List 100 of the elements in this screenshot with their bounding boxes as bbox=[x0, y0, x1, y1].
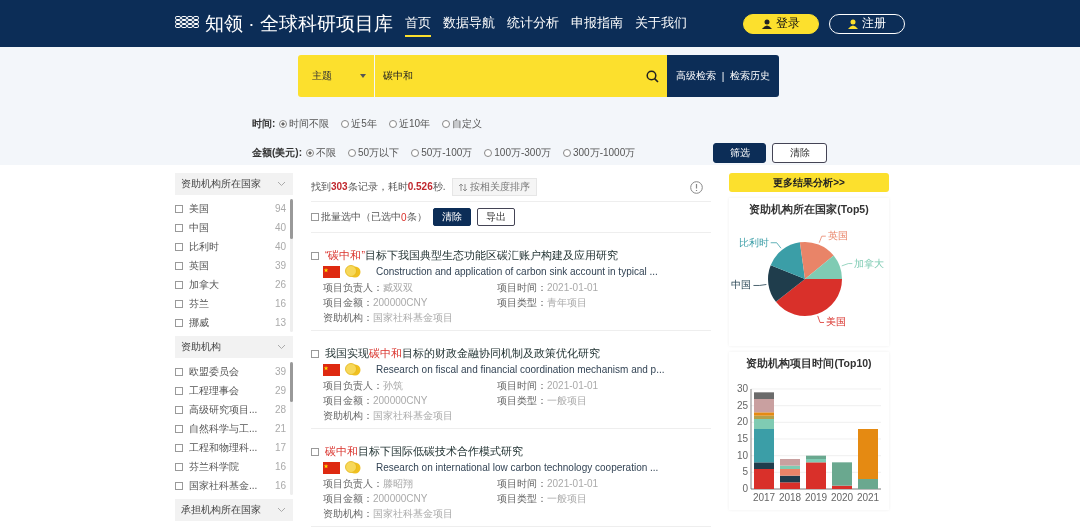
checkbox[interactable] bbox=[175, 405, 183, 414]
axis-tick-label: 15 bbox=[736, 433, 748, 444]
filter-item[interactable]: 自然科学与工... 21 bbox=[175, 419, 290, 438]
axis-tick-label: 2020 bbox=[830, 492, 854, 503]
bulk-select-checkbox[interactable]: 批量选中（已选中0条） bbox=[311, 210, 427, 224]
radio-icon[interactable] bbox=[279, 119, 288, 128]
checkbox[interactable] bbox=[175, 367, 183, 376]
radio-option[interactable]: 300万-1000万 bbox=[562, 145, 636, 160]
nav-link[interactable]: 关于我们 bbox=[634, 10, 687, 37]
caret-icon bbox=[360, 74, 366, 78]
radio-icon[interactable] bbox=[484, 148, 493, 157]
filter-item[interactable]: 美国 94 bbox=[175, 199, 290, 218]
sort-button[interactable]: 按相关度排序 bbox=[451, 178, 537, 196]
nav-link[interactable]: 首页 bbox=[404, 10, 431, 37]
pie-label: 英国 bbox=[827, 230, 848, 242]
radio-option[interactable]: 50万-100万 bbox=[411, 145, 473, 160]
nav-link[interactable]: 统计分析 bbox=[506, 10, 559, 37]
meta-field: 项目时间：2021-01-01 bbox=[497, 379, 677, 393]
radio-icon[interactable] bbox=[341, 119, 350, 128]
nav-link[interactable]: 数据导航 bbox=[442, 10, 495, 37]
radio-icon[interactable] bbox=[562, 148, 571, 157]
checkbox[interactable] bbox=[175, 462, 183, 471]
clear-button[interactable]: 清除 bbox=[432, 208, 471, 226]
checkbox[interactable] bbox=[175, 204, 183, 213]
filter-item[interactable]: 英国 39 bbox=[175, 256, 290, 275]
checkbox[interactable] bbox=[311, 252, 319, 260]
meta-field: 项目金额：200000CNY bbox=[323, 394, 497, 408]
count: 39 bbox=[274, 366, 286, 377]
filter-item[interactable]: 挪威 13 bbox=[175, 313, 290, 332]
leader-line bbox=[817, 315, 825, 323]
english-title: Research on fiscal and financial coordination mechanism and p... bbox=[376, 364, 665, 375]
checkbox[interactable] bbox=[175, 386, 183, 395]
radio-option[interactable]: 不限 bbox=[306, 145, 336, 160]
pie-label: 加拿大 bbox=[854, 257, 885, 269]
filter-button[interactable]: 筛选 bbox=[713, 142, 766, 163]
count: 94 bbox=[274, 203, 286, 214]
pie-label: 中国 bbox=[731, 279, 752, 291]
filter-item[interactable]: 国家社科基金... 16 bbox=[175, 476, 290, 495]
scrollbar-thumb[interactable] bbox=[290, 199, 293, 239]
login-button[interactable]: 登录 bbox=[743, 13, 819, 34]
radio-option[interactable]: 100万-300万 bbox=[484, 145, 551, 160]
axis-tick-label: 2017 bbox=[752, 492, 776, 503]
checkbox[interactable] bbox=[175, 223, 183, 232]
advanced-search-link[interactable]: 高级检索 bbox=[675, 69, 716, 83]
history-link[interactable]: 检索历史 bbox=[730, 69, 771, 83]
checkbox[interactable] bbox=[311, 448, 319, 456]
radio-option[interactable]: 50万以下 bbox=[348, 145, 400, 160]
scrollbar-thumb[interactable] bbox=[290, 362, 293, 402]
axis-tick-label: 2018 bbox=[778, 492, 802, 503]
radio-option[interactable]: 自定义 bbox=[442, 116, 483, 131]
filter-item[interactable]: 芬兰科学院 16 bbox=[175, 457, 290, 476]
section-header[interactable]: 承担机构所在国家 bbox=[175, 499, 293, 521]
checkbox[interactable] bbox=[175, 443, 183, 452]
search-icon[interactable] bbox=[646, 69, 659, 83]
section-header[interactable]: 资助机构所在国家 bbox=[175, 173, 293, 195]
checkbox[interactable] bbox=[175, 280, 183, 289]
filter-item[interactable]: 高级研究项目... 28 bbox=[175, 400, 290, 419]
radio-icon[interactable] bbox=[442, 119, 451, 128]
radio-option[interactable]: 时间不限 bbox=[279, 116, 330, 131]
radio-icon[interactable] bbox=[306, 148, 314, 157]
nav-link[interactable]: 申报指南 bbox=[570, 10, 623, 37]
filter-item[interactable]: 加拿大 26 bbox=[175, 275, 290, 294]
checkbox[interactable] bbox=[175, 261, 183, 270]
checkbox[interactable] bbox=[311, 350, 319, 358]
filter-item[interactable]: 欧盟委员会 39 bbox=[175, 362, 290, 381]
field-select[interactable]: 主题 bbox=[298, 55, 375, 97]
clear-button[interactable]: 清除 bbox=[772, 142, 827, 163]
separator: | bbox=[721, 70, 725, 82]
export-button[interactable]: 导出 bbox=[476, 208, 515, 226]
axis-tick-label: 10 bbox=[736, 449, 748, 461]
result-title[interactable]: 我国实现碳中和目标的财政金融协同机制及政策优化研究 bbox=[325, 347, 600, 361]
filter-item[interactable]: 工程和物理科... 17 bbox=[175, 438, 290, 457]
search-field[interactable]: 碳中和 bbox=[375, 55, 667, 97]
flag-icon bbox=[323, 461, 340, 474]
count: 28 bbox=[274, 404, 286, 415]
radio-icon[interactable] bbox=[388, 119, 397, 128]
section-title: 资助机构所在国家 bbox=[181, 177, 261, 191]
result-title[interactable]: 碳中和目标下国际低碳技术合作模式研究 bbox=[325, 445, 523, 459]
pie-label: 比利时 bbox=[738, 236, 769, 248]
radio-option[interactable]: 近5年 bbox=[341, 116, 377, 131]
filter-item[interactable]: 比利时 40 bbox=[175, 237, 290, 256]
checkbox[interactable] bbox=[175, 299, 183, 308]
radio-icon[interactable] bbox=[348, 148, 356, 157]
axis-tick-label: 30 bbox=[736, 383, 748, 394]
checkbox[interactable] bbox=[175, 318, 183, 327]
filter-item[interactable]: 工程理事会 29 bbox=[175, 381, 290, 400]
count: 40 bbox=[274, 222, 286, 233]
filter-item[interactable]: 中国 40 bbox=[175, 218, 290, 237]
result-title[interactable]: “碳中和”目标下我国典型生态功能区碳汇账户构建及应用研究 bbox=[325, 249, 618, 263]
checkbox[interactable] bbox=[175, 242, 183, 251]
radio-option[interactable]: 近10年 bbox=[388, 116, 431, 131]
count: 40 bbox=[274, 241, 286, 252]
checkbox[interactable] bbox=[175, 481, 183, 490]
more-analysis-button[interactable]: 更多结果分析>> bbox=[729, 173, 889, 192]
radio-icon[interactable] bbox=[411, 148, 420, 157]
info-icon[interactable] bbox=[690, 180, 703, 194]
filter-item[interactable]: 芬兰 16 bbox=[175, 294, 290, 313]
coins-icon bbox=[344, 461, 362, 474]
checkbox[interactable] bbox=[175, 424, 183, 433]
section-header[interactable]: 资助机构 bbox=[175, 336, 293, 358]
